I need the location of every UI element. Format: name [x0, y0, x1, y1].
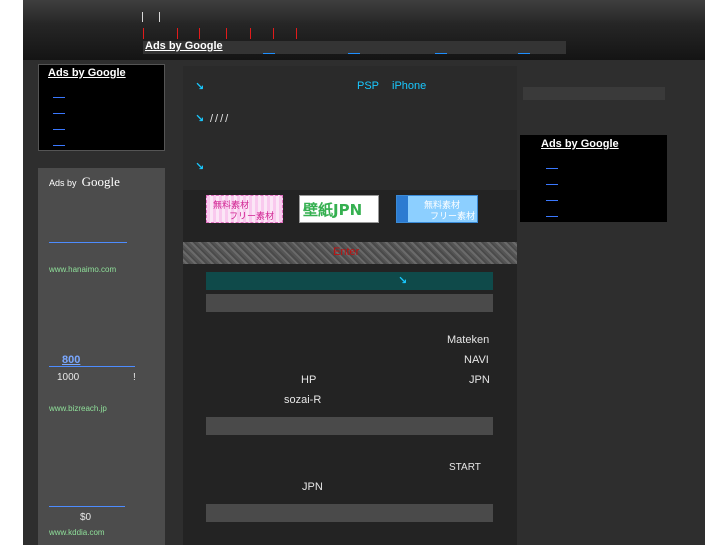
right-ad-box: Ads by Google	[520, 135, 667, 222]
page: Ads by Google Ads by Google Ads by Googl…	[23, 0, 705, 545]
link-navi[interactable]: NAVI	[464, 354, 489, 366]
ad-price[interactable]: 800	[62, 354, 80, 366]
section-bar	[206, 294, 493, 312]
link-jpn[interactable]: JPN	[302, 481, 323, 493]
link-sozai-r[interactable]: sozai-R	[284, 394, 321, 406]
ad-price: $0	[80, 512, 92, 523]
ad-link[interactable]	[546, 216, 558, 217]
ad-url[interactable]: www.hanaimo.com	[49, 265, 116, 274]
wallpaper-jpn-banner[interactable]: 壁紙JPN	[299, 195, 379, 223]
section-bar	[206, 504, 493, 522]
arrow-icon: ↘	[195, 160, 205, 173]
ad-link[interactable]	[53, 129, 65, 130]
banner-text: 壁紙JPN	[303, 201, 363, 219]
link-jpn[interactable]: JPN	[469, 374, 490, 386]
nav-tick	[273, 28, 274, 39]
header-divider	[142, 12, 143, 22]
nav-tick	[177, 28, 178, 39]
link-mateken[interactable]: Mateken	[447, 334, 489, 346]
header-divider	[159, 12, 160, 22]
arrow-icon: ↘	[195, 80, 205, 93]
free-material-banner[interactable]: 無料素材 フリー素材	[396, 195, 478, 223]
banner-text: フリー素材	[430, 212, 476, 222]
enter-link[interactable]: Enter	[333, 246, 359, 258]
left-ad-box: Ads by Google	[38, 64, 165, 151]
header-ad-link[interactable]	[348, 53, 360, 54]
link-start[interactable]: START	[449, 462, 481, 473]
ad-link[interactable]	[49, 366, 135, 367]
header-ad-link[interactable]	[263, 53, 275, 54]
ad-link[interactable]	[546, 200, 558, 201]
ad-exclamation: !	[133, 372, 136, 383]
ads-by-google-logo: Ads by Google	[49, 174, 120, 189]
section-header-bar: ↘	[206, 272, 493, 290]
ad-link[interactable]	[546, 168, 558, 169]
nav-tick	[296, 28, 297, 39]
right-top-bar	[523, 87, 665, 100]
header: Ads by Google	[23, 0, 705, 60]
banner-text: フリー素材	[229, 212, 275, 222]
ad-link[interactable]	[546, 184, 558, 185]
left-ads-by-google-link[interactable]: Ads by Google	[48, 67, 126, 79]
free-material-banner[interactable]: 無料素材 フリー素材	[206, 195, 283, 223]
nav-tick	[143, 28, 144, 39]
ad-link[interactable]	[49, 506, 125, 507]
link-hp[interactable]: HP	[301, 374, 316, 386]
ad-link[interactable]	[49, 242, 127, 243]
main-content: ↘ PSP iPhone ↘ //// ↘ 無料素材 フリー素材 壁紙JPN 無…	[183, 66, 517, 545]
header-ads-by-google-link[interactable]: Ads by Google	[145, 40, 223, 52]
ad-link[interactable]	[53, 145, 65, 146]
section-bar	[206, 417, 493, 435]
nav-tick	[250, 28, 251, 39]
enter-strip: Enter	[183, 242, 517, 264]
header-ad-link[interactable]	[435, 53, 447, 54]
nav-tick	[199, 28, 200, 39]
nav-tick	[226, 28, 227, 39]
ad-link[interactable]	[53, 97, 65, 98]
ad-url[interactable]: www.bizreach.jp	[49, 404, 107, 413]
iphone-link[interactable]: iPhone	[392, 80, 426, 92]
arrow-icon: ↘	[195, 112, 205, 125]
header-ad-link[interactable]	[518, 53, 530, 54]
slashes-text: ////	[210, 113, 231, 125]
psp-link[interactable]: PSP	[357, 80, 379, 92]
right-ads-by-google-link[interactable]: Ads by Google	[541, 138, 619, 150]
ad-link[interactable]	[53, 113, 65, 114]
left-ad-column: Ads by Google www.hanaimo.com 800 1000 !…	[38, 168, 165, 545]
news-panel: ↘ PSP iPhone ↘ //// ↘	[183, 66, 517, 190]
arrow-icon: ↘	[398, 274, 408, 287]
ad-price-note: 1000	[57, 372, 80, 383]
ad-url[interactable]: www.kddia.com	[49, 528, 105, 537]
banner-stripe	[397, 196, 408, 222]
